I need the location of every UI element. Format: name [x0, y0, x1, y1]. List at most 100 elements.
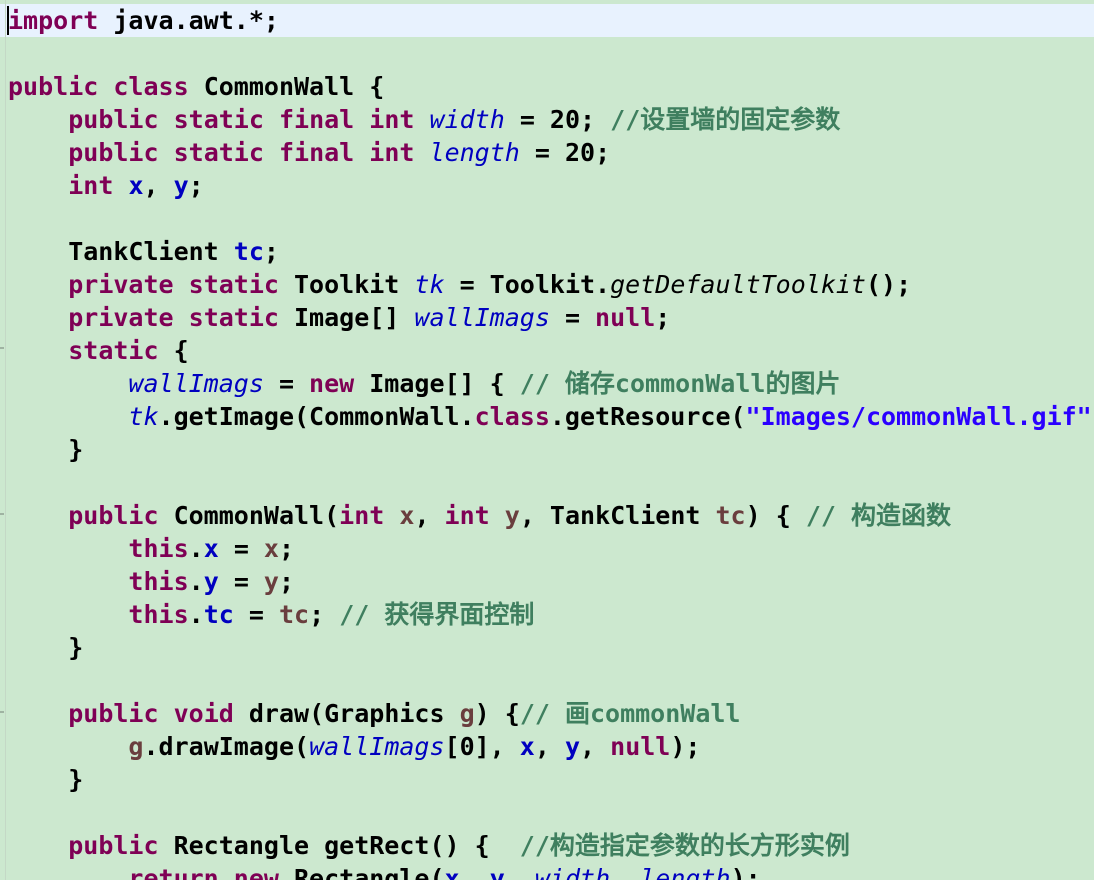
field-token: y: [564, 732, 581, 761]
variable-token: y: [263, 567, 279, 596]
keyword-token: final: [278, 138, 355, 167]
code-line[interactable]: int x, y;: [8, 169, 1094, 202]
keyword-token: static: [173, 105, 264, 134]
keyword-token: null: [595, 303, 656, 332]
plain-token: ) {: [474, 699, 520, 728]
code-line[interactable]: [8, 466, 1094, 499]
field-token: x: [203, 534, 219, 563]
keyword-token: int: [68, 171, 114, 200]
static-field-token: length: [429, 138, 520, 167]
field-token: y: [173, 171, 189, 200]
keyword-token: this: [128, 567, 189, 596]
keyword-token: public: [68, 138, 159, 167]
plain-token: ();: [865, 270, 912, 299]
plain-token: ;: [278, 534, 295, 563]
code-line[interactable]: this.y = y;: [8, 565, 1094, 598]
code-line[interactable]: wallImags = new Image[] { // 储存commonWal…: [8, 367, 1094, 400]
code-line[interactable]: }: [8, 433, 1094, 466]
fold-marker-icon[interactable]: [0, 347, 4, 349]
code-line[interactable]: this.x = x;: [8, 532, 1094, 565]
code-line[interactable]: public Rectangle getRect() { //构造指定参数的长方…: [8, 829, 1094, 862]
code-line[interactable]: }: [8, 631, 1094, 664]
plain-token: ;: [309, 600, 340, 629]
keyword-token: static: [173, 138, 264, 167]
plain-token: ,: [143, 171, 174, 200]
code-line[interactable]: [8, 37, 1094, 70]
code-line[interactable]: [8, 664, 1094, 697]
plain-token: ;: [278, 567, 295, 596]
plain-token: ,: [534, 732, 565, 761]
plain-token: .getResource(: [549, 402, 746, 431]
code-text[interactable]: import java.awt.*; public class CommonWa…: [8, 4, 1094, 880]
plain-token: ;: [188, 171, 204, 200]
variable-token: g: [128, 732, 144, 761]
plain-token: }: [8, 765, 84, 794]
keyword-token: class: [474, 402, 550, 431]
code-line[interactable]: public static final int width = 20; //设置…: [8, 103, 1094, 136]
comment-token: // 构造函数: [805, 501, 951, 530]
plain-token: .getImage(CommonWall.: [158, 402, 475, 431]
code-editor[interactable]: import java.awt.*; public class CommonWa…: [0, 0, 1094, 880]
plain-token: ,: [459, 864, 490, 880]
code-line[interactable]: g.drawImage(wallImags[0], x, y, null);: [8, 730, 1094, 763]
plain-token: ) {: [745, 501, 806, 530]
variable-token: tc: [715, 501, 746, 530]
code-line[interactable]: import java.awt.*;: [8, 4, 1094, 37]
plain-token: );: [670, 732, 701, 761]
code-line[interactable]: return new Rectangle(x, y, width, length…: [8, 862, 1094, 880]
code-line[interactable]: [8, 796, 1094, 829]
comment-token: // 储存commonWall的图片: [519, 369, 841, 398]
variable-token: y: [504, 501, 520, 530]
editor-gutter[interactable]: [0, 0, 6, 880]
static-field-token: tk: [414, 270, 445, 299]
code-line[interactable]: private static Image[] wallImags = null;: [8, 301, 1094, 334]
fold-marker-icon[interactable]: [0, 711, 4, 713]
code-line[interactable]: public static final int length = 20;: [8, 136, 1094, 169]
keyword-token: public: [68, 105, 159, 134]
code-line[interactable]: public void draw(Graphics g) {// 画common…: [8, 697, 1094, 730]
code-line[interactable]: private static Toolkit tk = Toolkit.getD…: [8, 268, 1094, 301]
keyword-token: new: [309, 369, 355, 398]
plain-token: = 20;: [519, 138, 611, 167]
static-field-token: width: [534, 864, 611, 880]
plain-token: Rectangle getRect() {: [158, 831, 520, 860]
code-line[interactable]: TankClient tc;: [8, 235, 1094, 268]
string-token: "Images/commonWall.gif": [745, 402, 1092, 431]
code-line[interactable]: }: [8, 763, 1094, 796]
code-line[interactable]: [8, 202, 1094, 235]
code-line[interactable]: public class CommonWall {: [8, 70, 1094, 103]
keyword-token: int: [339, 501, 385, 530]
keyword-token: this: [128, 534, 189, 563]
plain-token: [0],: [444, 732, 520, 761]
code-line[interactable]: public CommonWall(int x, int y, TankClie…: [8, 499, 1094, 532]
static-field-token: wallImags: [128, 369, 264, 398]
code-line[interactable]: static {: [8, 334, 1094, 367]
plain-token: =: [218, 567, 264, 596]
keyword-token: new: [233, 864, 279, 880]
static-field-token: wallImags: [309, 732, 445, 761]
plain-token: ,: [504, 864, 535, 880]
fold-marker-icon[interactable]: [0, 513, 4, 515]
comment-token: // 获得界面控制: [339, 600, 535, 629]
comment-token: //构造指定参数的长方形实例: [519, 831, 850, 860]
plain-token: =: [263, 369, 310, 398]
plain-token: = 20;: [504, 105, 611, 134]
plain-token: {: [158, 336, 189, 365]
code-line[interactable]: this.tc = tc; // 获得界面控制: [8, 598, 1094, 631]
plain-token: draw(Graphics: [233, 699, 460, 728]
keyword-token: int: [444, 501, 490, 530]
code-line[interactable]: tk.getImage(CommonWall.class.getResource…: [8, 400, 1094, 433]
